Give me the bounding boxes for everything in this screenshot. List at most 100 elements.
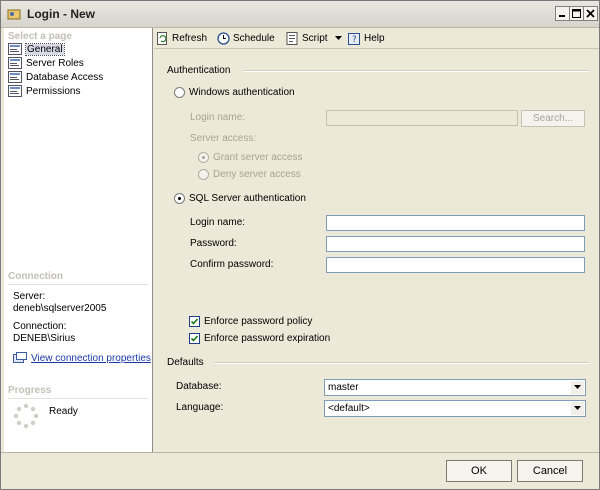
enforce-expiration-label: Enforce password expiration xyxy=(204,333,331,344)
password-input[interactable] xyxy=(326,236,585,252)
progress-status: Ready xyxy=(49,406,78,417)
radio-indicator xyxy=(198,152,209,163)
search-button[interactable]: Search... xyxy=(521,110,585,127)
server-label: Server: xyxy=(13,291,46,302)
properties-icon xyxy=(13,352,27,363)
dropdown-button[interactable] xyxy=(571,402,584,415)
sidebar-item-server-roles[interactable]: Server Roles xyxy=(8,56,84,70)
schedule-label: Schedule xyxy=(233,32,275,44)
select-page-heading: Select a page xyxy=(8,31,72,42)
divider xyxy=(1,452,599,453)
chevron-down-icon xyxy=(335,35,342,40)
connection-label: Connection: xyxy=(13,321,67,332)
sidebar-item-label: Database Access xyxy=(26,71,104,83)
help-button[interactable]: ? Help xyxy=(348,30,385,46)
sql-auth-label: SQL Server authentication xyxy=(189,193,306,204)
divider xyxy=(244,70,589,72)
progress-heading: Progress xyxy=(8,385,52,396)
database-label: Database: xyxy=(176,381,222,392)
server-access-label: Server access: xyxy=(190,133,257,144)
view-connection-properties-link[interactable]: View connection properties xyxy=(13,352,151,364)
link-label: View connection properties xyxy=(31,352,151,364)
radio-indicator xyxy=(174,87,185,98)
language-value: <default> xyxy=(328,403,370,414)
grant-access-radio[interactable]: Grant server access xyxy=(198,152,302,163)
page-icon xyxy=(8,57,22,69)
sql-auth-radio[interactable]: SQL Server authentication xyxy=(174,193,306,204)
windows-login-name-input[interactable] xyxy=(326,110,518,126)
toolbar: Refresh Schedule Script ? Help xyxy=(154,28,599,49)
checkbox-box xyxy=(189,333,200,344)
enforce-policy-label: Enforce password policy xyxy=(204,316,313,327)
chevron-down-icon xyxy=(574,385,581,389)
close-icon xyxy=(586,9,595,18)
help-icon: ? xyxy=(348,32,360,45)
connection-value: DENEB\Sirius xyxy=(13,333,76,344)
chevron-down-icon xyxy=(574,406,581,410)
language-label: Language: xyxy=(176,402,224,413)
script-label: Script xyxy=(302,32,328,44)
script-button[interactable]: Script xyxy=(286,30,328,46)
password-label: Password: xyxy=(190,238,237,249)
help-label: Help xyxy=(364,32,385,44)
login-name-input[interactable] xyxy=(326,215,585,231)
language-select[interactable]: <default> xyxy=(324,400,586,417)
sidebar-item-label: Permissions xyxy=(26,85,81,97)
windows-auth-label: Windows authentication xyxy=(189,87,295,98)
login-name-label: Login name: xyxy=(190,217,246,228)
database-value: master xyxy=(328,382,359,393)
divider xyxy=(214,362,589,364)
cancel-button[interactable]: Cancel xyxy=(517,460,583,482)
enforce-policy-checkbox[interactable]: Enforce password policy xyxy=(189,316,312,327)
defaults-group-label: Defaults xyxy=(167,357,204,368)
maximize-icon xyxy=(572,9,581,18)
maximize-button[interactable] xyxy=(569,6,584,21)
connection-heading: Connection xyxy=(8,271,63,282)
deny-access-radio[interactable]: Deny server access xyxy=(198,169,301,180)
server-value: deneb\sqlserver2005 xyxy=(13,303,107,314)
enforce-expiration-checkbox[interactable]: Enforce password expiration xyxy=(189,333,330,344)
checkbox-box xyxy=(189,316,200,327)
sidebar-item-label: Server Roles xyxy=(26,57,84,69)
divider xyxy=(8,398,148,399)
page-icon xyxy=(8,71,22,83)
script-dropdown-button[interactable] xyxy=(335,30,342,46)
authentication-group-label: Authentication xyxy=(167,65,231,76)
page-icon xyxy=(8,43,22,55)
divider xyxy=(8,284,148,285)
windows-auth-radio[interactable]: Windows authentication xyxy=(174,87,295,98)
deny-access-label: Deny server access xyxy=(213,169,301,180)
minimize-button[interactable] xyxy=(555,6,570,21)
radio-indicator xyxy=(174,193,185,204)
grant-access-label: Grant server access xyxy=(213,152,303,163)
page-icon xyxy=(8,85,22,97)
svg-text:?: ? xyxy=(352,35,357,45)
sidebar: Select a page General Server Roles Datab… xyxy=(4,28,153,452)
checkmark-icon xyxy=(190,335,199,342)
radio-indicator xyxy=(198,169,209,180)
ok-button[interactable]: OK xyxy=(446,460,512,482)
sidebar-item-label: General xyxy=(25,42,65,56)
refresh-button[interactable]: Refresh xyxy=(157,30,207,46)
database-select[interactable]: master xyxy=(324,379,586,396)
checkmark-icon xyxy=(190,318,199,325)
confirm-password-input[interactable] xyxy=(326,257,585,273)
dropdown-button[interactable] xyxy=(571,381,584,394)
refresh-label: Refresh xyxy=(172,32,208,44)
window-title: Login - New xyxy=(27,7,95,21)
schedule-button[interactable]: Schedule xyxy=(217,30,275,46)
minimize-icon xyxy=(559,15,565,17)
login-dialog: Login - New Select a page General Server… xyxy=(0,0,600,490)
login-icon xyxy=(7,9,21,20)
clock-icon xyxy=(217,31,230,45)
progress-spinner-icon xyxy=(13,403,39,429)
refresh-icon xyxy=(157,31,167,45)
sidebar-item-permissions[interactable]: Permissions xyxy=(8,84,80,98)
confirm-password-label: Confirm password: xyxy=(190,259,274,270)
title-bar: Login - New xyxy=(1,1,599,28)
close-button[interactable] xyxy=(583,6,598,21)
sidebar-item-database-access[interactable]: Database Access xyxy=(8,70,103,84)
general-page: Authentication Windows authentication Lo… xyxy=(154,49,599,452)
script-icon xyxy=(286,31,298,45)
sidebar-item-general[interactable]: General xyxy=(8,42,65,56)
